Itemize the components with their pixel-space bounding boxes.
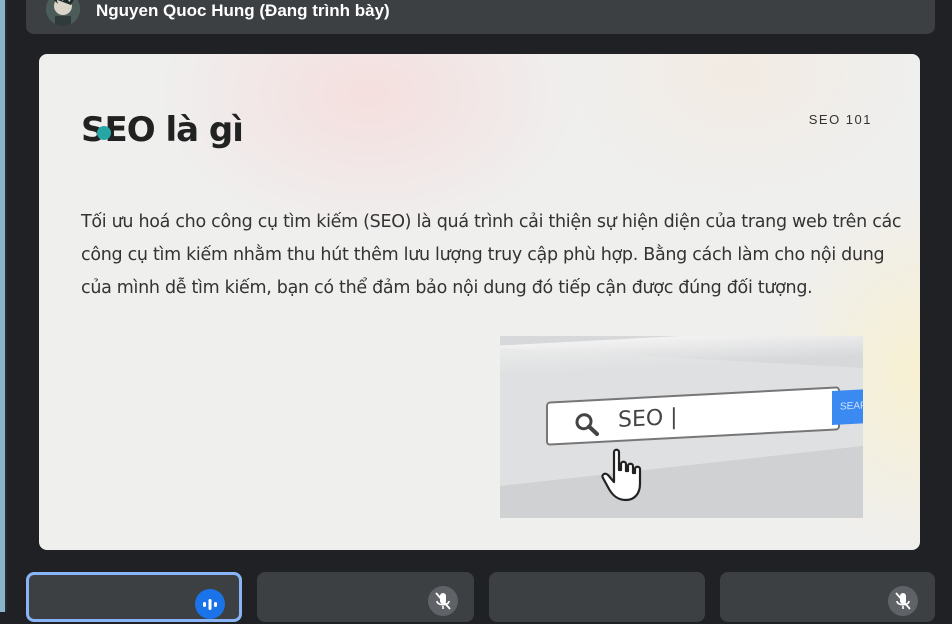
slide-body-text: Tối ưu hoá cho công cụ tìm kiếm (SEO) là… <box>81 212 902 298</box>
participant-tile-2[interactable] <box>257 572 474 622</box>
presenter-name: Nguyen Quoc Hung (Đang trình bày) <box>96 1 390 20</box>
illustration-search-button: SEAR <box>832 388 863 426</box>
presenter-avatar[interactable] <box>46 0 80 26</box>
pointer-hand-icon <box>601 448 642 502</box>
speaking-icon <box>195 589 225 619</box>
illustration-search-text: SEO | <box>618 404 678 433</box>
search-icon <box>575 413 599 437</box>
presentation-slide: SEO là gì SEO 101 Tối ưu hoá cho công cụ… <box>39 54 920 550</box>
avatar-image <box>46 0 80 26</box>
participant-tile-4[interactable] <box>720 572 935 622</box>
presenter-bar: Nguyen Quoc Hung (Đang trình bày) <box>26 0 935 34</box>
window-edge-shadow <box>5 0 7 612</box>
slide-tag: SEO 101 <box>808 112 872 127</box>
participant-tile-3[interactable] <box>489 572 705 622</box>
slide-logo-dot <box>97 126 111 140</box>
search-illustration: SEO | SEAR <box>500 336 863 518</box>
participant-tile-1[interactable] <box>26 572 242 622</box>
